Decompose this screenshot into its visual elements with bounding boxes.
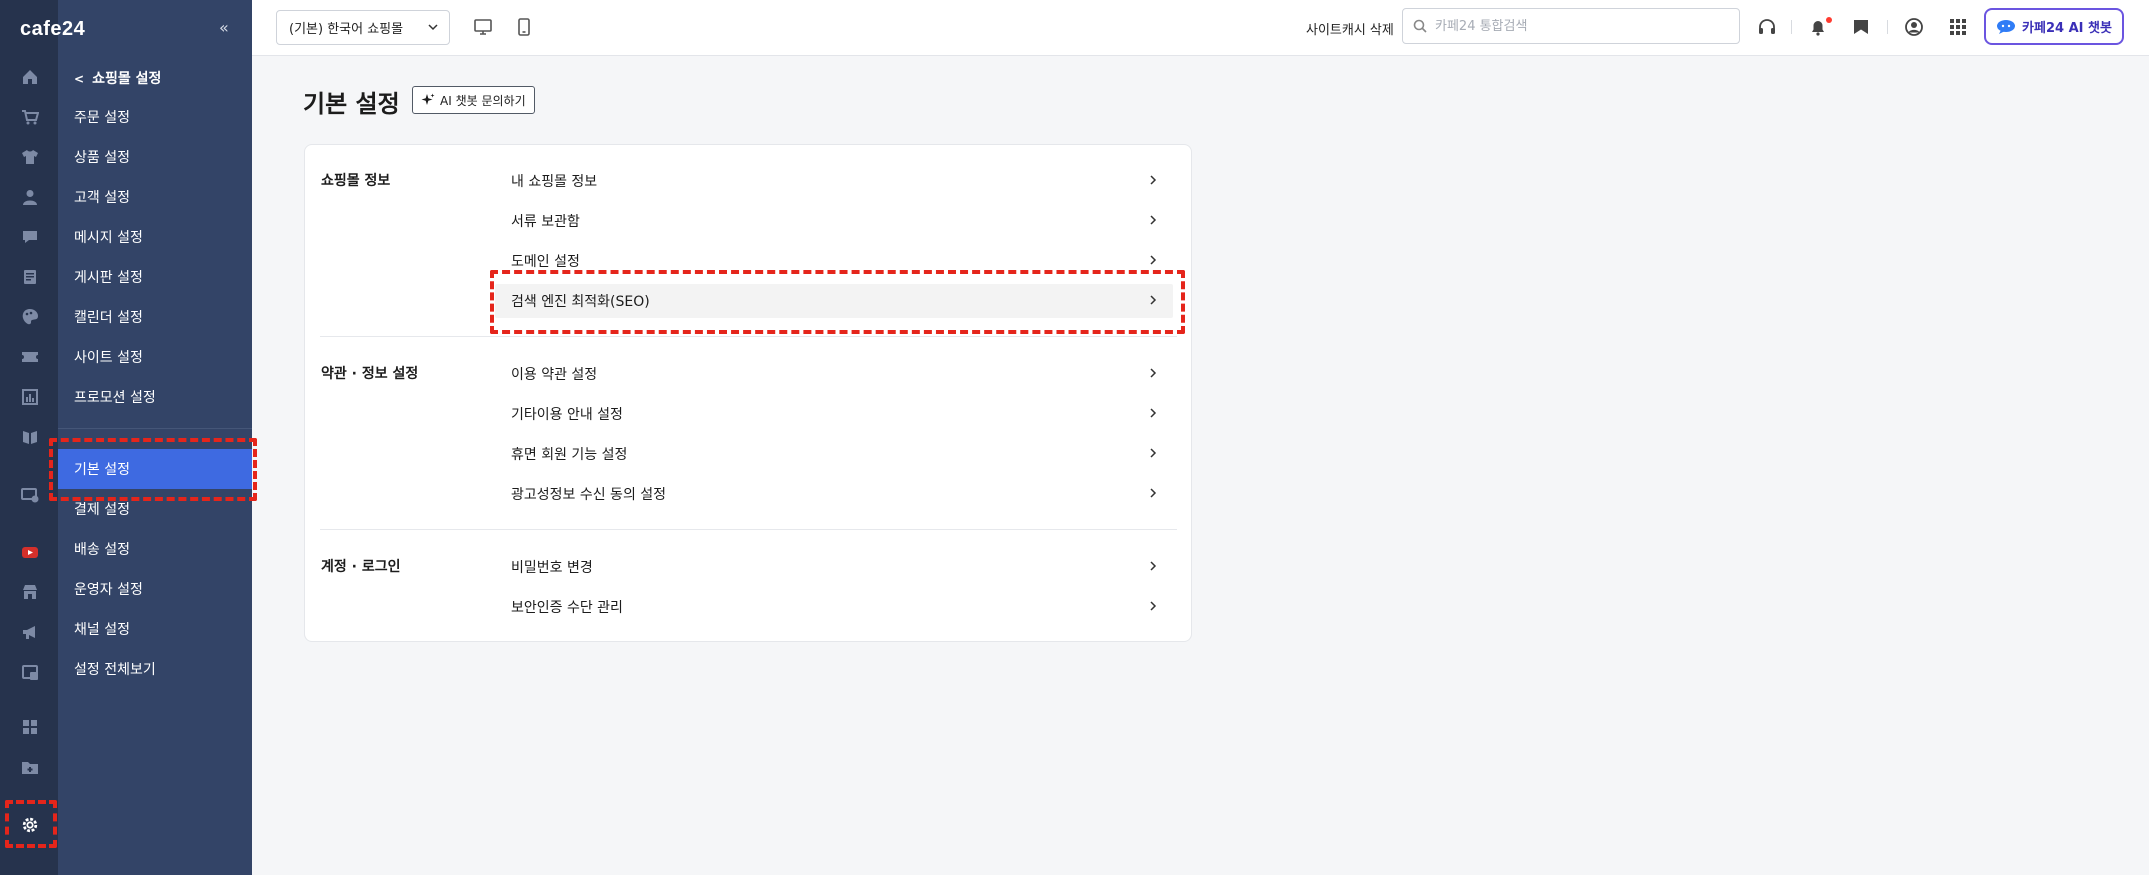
page-title: 기본 설정: [303, 90, 400, 118]
shop-select-dropdown[interactable]: (기본) 한국어 쇼핑몰: [276, 10, 450, 45]
home-icon[interactable]: [21, 68, 39, 86]
submenu-item-order[interactable]: 주문 설정: [58, 97, 252, 137]
section-divider: [320, 336, 1177, 337]
link-seo[interactable]: 검색 엔진 최적화(SEO): [495, 284, 1173, 318]
ai-chatbot-button[interactable]: 카페24 AI 챗봇: [1984, 8, 2124, 45]
section-title-account-login: 계정 · 로그인: [321, 559, 401, 575]
link-domain-settings[interactable]: 도메인 설정: [495, 244, 1173, 278]
bell-icon[interactable]: [1808, 17, 1828, 37]
desktop-view-icon[interactable]: [473, 17, 493, 37]
link-document-storage[interactable]: 서류 보관함: [495, 204, 1173, 238]
search-icon: [1413, 19, 1427, 33]
section-title-terms: 약관 · 정보 설정: [321, 366, 419, 382]
link-security-auth[interactable]: 보안인증 수단 관리: [495, 590, 1173, 624]
bookmark-icon[interactable]: [1851, 17, 1871, 37]
submenu-item-all-settings[interactable]: 설정 전체보기: [58, 649, 252, 689]
submenu-item-promotion[interactable]: 프로모션 설정: [58, 377, 252, 417]
video-settings-icon[interactable]: [21, 486, 39, 504]
shirt-icon[interactable]: [21, 148, 39, 166]
store-icon[interactable]: [21, 583, 39, 601]
channel-icon[interactable]: [21, 663, 39, 681]
link-label: 검색 엔진 최적화(SEO): [511, 294, 650, 310]
link-ad-consent[interactable]: 광고성정보 수신 동의 설정: [495, 477, 1173, 511]
ticket-icon[interactable]: [21, 348, 39, 366]
megaphone-icon[interactable]: [21, 623, 39, 641]
chevron-right-icon: [1150, 601, 1157, 611]
submenu-divider: [58, 428, 252, 429]
chevron-right-icon: [1150, 368, 1157, 378]
chevron-right-icon: [1150, 561, 1157, 571]
app-grid-icon[interactable]: [1948, 17, 1968, 37]
submenu-back-link[interactable]: < 쇼핑몰 설정: [74, 68, 161, 88]
sparkle-icon: [421, 93, 435, 105]
cart-icon[interactable]: [21, 108, 39, 126]
link-label: 도메인 설정: [511, 254, 580, 270]
submenu-item-message[interactable]: 메시지 설정: [58, 217, 252, 257]
link-label: 이용 약관 설정: [511, 367, 598, 383]
chevron-right-icon: [1150, 488, 1157, 498]
section-divider: [320, 529, 1177, 530]
cafe24-logo[interactable]: cafe24: [20, 18, 85, 41]
submenu-item-customer[interactable]: 고객 설정: [58, 177, 252, 217]
submenu-back-label: 쇼핑몰 설정: [92, 71, 162, 87]
chart-icon[interactable]: [21, 388, 39, 406]
folder-icon[interactable]: [21, 758, 39, 776]
submenu-item-product[interactable]: 상품 설정: [58, 137, 252, 177]
board-icon[interactable]: [21, 268, 39, 286]
submenu-item-basic-settings[interactable]: 기본 설정: [58, 449, 252, 489]
shop-select-value: (기본) 한국어 쇼핑몰: [289, 22, 404, 37]
chevron-right-icon: [1150, 448, 1157, 458]
link-label: 보안인증 수단 관리: [511, 600, 623, 616]
submenu-item-channel[interactable]: 채널 설정: [58, 609, 252, 649]
chevron-left-icon: <: [74, 72, 85, 86]
collapse-sidebar-button[interactable]: «: [219, 18, 229, 37]
ai-chatbot-label: 카페24 AI 챗봇: [2022, 21, 2112, 36]
headset-icon[interactable]: [1757, 17, 1777, 37]
mobile-view-icon[interactable]: [514, 17, 534, 37]
link-terms-of-use[interactable]: 이용 약관 설정: [495, 357, 1173, 391]
icon-rail: [0, 0, 58, 875]
submenu-item-board[interactable]: 게시판 설정: [58, 257, 252, 297]
link-label: 비밀번호 변경: [511, 560, 593, 576]
submenu-item-site[interactable]: 사이트 설정: [58, 337, 252, 377]
topbar-divider: [1791, 20, 1792, 34]
chevron-right-icon: [1150, 295, 1157, 305]
link-label: 기타이용 안내 설정: [511, 407, 623, 423]
submenu-item-shipping[interactable]: 배송 설정: [58, 529, 252, 569]
chat-icon[interactable]: [21, 228, 39, 246]
submenu-item-operator[interactable]: 운영자 설정: [58, 569, 252, 609]
link-my-shop-info[interactable]: 내 쇼핑몰 정보: [495, 164, 1173, 198]
link-other-usage-guide[interactable]: 기타이용 안내 설정: [495, 397, 1173, 431]
link-label: 서류 보관함: [511, 214, 580, 230]
chevron-down-icon: [428, 24, 438, 31]
integrated-search-box: [1402, 8, 1740, 44]
link-change-password[interactable]: 비밀번호 변경: [495, 550, 1173, 584]
notification-badge: [1826, 17, 1832, 23]
submenu-item-calendar[interactable]: 캘린더 설정: [58, 297, 252, 337]
topbar-divider: [1887, 20, 1888, 34]
chevron-right-icon: [1150, 215, 1157, 225]
settings-icon[interactable]: [20, 815, 40, 835]
submenu-item-payment[interactable]: 결제 설정: [58, 489, 252, 529]
palette-icon[interactable]: [21, 308, 39, 326]
account-icon[interactable]: [1904, 17, 1924, 37]
book-icon[interactable]: [21, 428, 39, 446]
site-cache-delete-button[interactable]: 사이트캐시 삭제: [1306, 19, 1394, 38]
apps-icon[interactable]: [21, 718, 39, 736]
chatbot-bubble-icon: [1997, 19, 2016, 34]
link-label: 내 쇼핑몰 정보: [511, 174, 598, 190]
user-icon[interactable]: [21, 188, 39, 206]
chevron-right-icon: [1150, 255, 1157, 265]
link-label: 광고성정보 수신 동의 설정: [511, 487, 667, 503]
link-label: 휴면 회원 기능 설정: [511, 447, 628, 463]
chevron-right-icon: [1150, 408, 1157, 418]
section-title-shop-info: 쇼핑몰 정보: [321, 173, 391, 189]
link-dormant-member[interactable]: 휴면 회원 기능 설정: [495, 437, 1173, 471]
chevron-right-icon: [1150, 175, 1157, 185]
youtube-icon[interactable]: [21, 543, 39, 561]
ai-inquiry-label: AI 챗봇 문의하기: [440, 93, 526, 108]
ai-inquiry-button[interactable]: AI 챗봇 문의하기: [412, 86, 535, 114]
search-input[interactable]: [1435, 18, 1725, 34]
